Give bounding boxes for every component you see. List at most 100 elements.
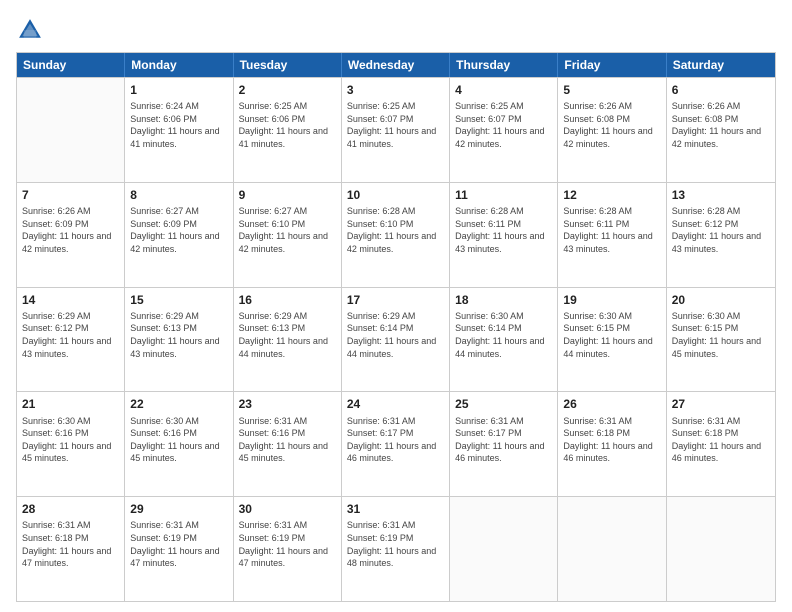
calendar-row: 7 Sunrise: 6:26 AMSunset: 6:09 PMDaylight… [17,182,775,287]
calendar-cell: 13Sunrise: 6:28 AMSunset: 6:12 PMDayligh… [667,183,775,287]
calendar-cell: 25 Sunrise: 6:31 AMSunset: 6:17 PMDayligh… [450,392,558,496]
calendar-cell: 28 Sunrise: 6:31 AMSunset: 6:18 PMDayligh… [17,497,125,601]
calendar-cell: 24 Sunrise: 6:31 AMSunset: 6:17 PMDayligh… [342,392,450,496]
cell-info: Sunrise: 6:31 AMSunset: 6:17 PMDaylight:… [347,415,444,465]
calendar-cell: 26Sunrise: 6:31 AMSunset: 6:18 PMDayligh… [558,392,666,496]
cell-info: Sunrise: 6:29 AMSunset: 6:13 PMDaylight:… [130,310,227,360]
calendar-cell: 7 Sunrise: 6:26 AMSunset: 6:09 PMDaylight… [17,183,125,287]
calendar-cell: 11 Sunrise: 6:28 AMSunset: 6:11 PMDayligh… [450,183,558,287]
day-number: 11 [455,187,552,203]
day-number: 22 [130,396,227,412]
day-number: 19 [563,292,660,308]
cell-info: Sunrise: 6:31 AMSunset: 6:19 PMDaylight:… [347,519,444,569]
day-number: 23 [239,396,336,412]
calendar-cell: 17 Sunrise: 6:29 AMSunset: 6:14 PMDayligh… [342,288,450,392]
cell-info: Sunrise: 6:29 AMSunset: 6:13 PMDaylight:… [239,310,336,360]
calendar-cell: 20Sunrise: 6:30 AMSunset: 6:15 PMDayligh… [667,288,775,392]
calendar-cell: 3Sunrise: 6:25 AMSunset: 6:07 PMDaylight… [342,78,450,182]
calendar-cell: 2 Sunrise: 6:25 AMSunset: 6:06 PMDaylight… [234,78,342,182]
calendar-cell: 8 Sunrise: 6:27 AMSunset: 6:09 PMDaylight… [125,183,233,287]
day-number: 8 [130,187,227,203]
calendar-cell [667,497,775,601]
calendar-header-cell: Sunday [17,53,125,77]
calendar-header-cell: Monday [125,53,233,77]
calendar-cell: 30 Sunrise: 6:31 AMSunset: 6:19 PMDayligh… [234,497,342,601]
calendar-cell [558,497,666,601]
cell-info: Sunrise: 6:28 AMSunset: 6:12 PMDaylight:… [672,205,770,255]
day-number: 27 [672,396,770,412]
day-number: 30 [239,501,336,517]
calendar-header-cell: Friday [558,53,666,77]
calendar-header-cell: Saturday [667,53,775,77]
day-number: 2 [239,82,336,98]
calendar-row: 1 Sunrise: 6:24 AMSunset: 6:06 PMDaylight… [17,77,775,182]
cell-info: Sunrise: 6:24 AMSunset: 6:06 PMDaylight:… [130,100,227,150]
day-number: 7 [22,187,119,203]
day-number: 18 [455,292,552,308]
cell-info: Sunrise: 6:31 AMSunset: 6:18 PMDaylight:… [563,415,660,465]
calendar-cell [17,78,125,182]
day-number: 28 [22,501,119,517]
cell-info: Sunrise: 6:27 AMSunset: 6:10 PMDaylight:… [239,205,336,255]
cell-info: Sunrise: 6:25 AMSunset: 6:06 PMDaylight:… [239,100,336,150]
calendar-cell: 14 Sunrise: 6:29 AMSunset: 6:12 PMDayligh… [17,288,125,392]
cell-info: Sunrise: 6:27 AMSunset: 6:09 PMDaylight:… [130,205,227,255]
cell-info: Sunrise: 6:26 AMSunset: 6:08 PMDaylight:… [563,100,660,150]
day-number: 29 [130,501,227,517]
day-number: 3 [347,82,444,98]
page: SundayMondayTuesdayWednesdayThursdayFrid… [0,0,792,612]
cell-info: Sunrise: 6:26 AMSunset: 6:09 PMDaylight:… [22,205,119,255]
cell-info: Sunrise: 6:29 AMSunset: 6:14 PMDaylight:… [347,310,444,360]
calendar-cell: 9Sunrise: 6:27 AMSunset: 6:10 PMDaylight… [234,183,342,287]
day-number: 1 [130,82,227,98]
cell-info: Sunrise: 6:30 AMSunset: 6:16 PMDaylight:… [22,415,119,465]
day-number: 20 [672,292,770,308]
day-number: 14 [22,292,119,308]
cell-info: Sunrise: 6:31 AMSunset: 6:18 PMDaylight:… [672,415,770,465]
calendar-cell: 5 Sunrise: 6:26 AMSunset: 6:08 PMDaylight… [558,78,666,182]
calendar-cell: 21Sunrise: 6:30 AMSunset: 6:16 PMDayligh… [17,392,125,496]
day-number: 6 [672,82,770,98]
day-number: 15 [130,292,227,308]
day-number: 31 [347,501,444,517]
calendar-header-cell: Wednesday [342,53,450,77]
day-number: 5 [563,82,660,98]
day-number: 10 [347,187,444,203]
cell-info: Sunrise: 6:31 AMSunset: 6:18 PMDaylight:… [22,519,119,569]
calendar-cell: 10Sunrise: 6:28 AMSunset: 6:10 PMDayligh… [342,183,450,287]
cell-info: Sunrise: 6:31 AMSunset: 6:17 PMDaylight:… [455,415,552,465]
day-number: 24 [347,396,444,412]
calendar-header: SundayMondayTuesdayWednesdayThursdayFrid… [17,53,775,77]
calendar-cell: 15 Sunrise: 6:29 AMSunset: 6:13 PMDayligh… [125,288,233,392]
header [16,16,776,44]
cell-info: Sunrise: 6:28 AMSunset: 6:11 PMDaylight:… [455,205,552,255]
day-number: 4 [455,82,552,98]
calendar-cell: 16 Sunrise: 6:29 AMSunset: 6:13 PMDayligh… [234,288,342,392]
calendar-row: 14 Sunrise: 6:29 AMSunset: 6:12 PMDayligh… [17,287,775,392]
calendar-header-cell: Tuesday [234,53,342,77]
day-number: 16 [239,292,336,308]
calendar-row: 28 Sunrise: 6:31 AMSunset: 6:18 PMDayligh… [17,496,775,601]
calendar-cell: 23 Sunrise: 6:31 AMSunset: 6:16 PMDayligh… [234,392,342,496]
calendar-cell [450,497,558,601]
cell-info: Sunrise: 6:31 AMSunset: 6:19 PMDaylight:… [239,519,336,569]
day-number: 12 [563,187,660,203]
calendar-body: 1 Sunrise: 6:24 AMSunset: 6:06 PMDaylight… [17,77,775,601]
day-number: 17 [347,292,444,308]
logo-icon [16,16,44,44]
calendar-cell: 1 Sunrise: 6:24 AMSunset: 6:06 PMDaylight… [125,78,233,182]
calendar-cell: 22 Sunrise: 6:30 AMSunset: 6:16 PMDayligh… [125,392,233,496]
cell-info: Sunrise: 6:26 AMSunset: 6:08 PMDaylight:… [672,100,770,150]
calendar-cell: 4Sunrise: 6:25 AMSunset: 6:07 PMDaylight… [450,78,558,182]
calendar-cell: 29Sunrise: 6:31 AMSunset: 6:19 PMDayligh… [125,497,233,601]
calendar-cell: 27 Sunrise: 6:31 AMSunset: 6:18 PMDayligh… [667,392,775,496]
cell-info: Sunrise: 6:30 AMSunset: 6:14 PMDaylight:… [455,310,552,360]
cell-info: Sunrise: 6:28 AMSunset: 6:11 PMDaylight:… [563,205,660,255]
calendar-cell: 6 Sunrise: 6:26 AMSunset: 6:08 PMDaylight… [667,78,775,182]
cell-info: Sunrise: 6:30 AMSunset: 6:16 PMDaylight:… [130,415,227,465]
calendar-cell: 12 Sunrise: 6:28 AMSunset: 6:11 PMDayligh… [558,183,666,287]
cell-info: Sunrise: 6:29 AMSunset: 6:12 PMDaylight:… [22,310,119,360]
calendar-header-cell: Thursday [450,53,558,77]
day-number: 25 [455,396,552,412]
cell-info: Sunrise: 6:31 AMSunset: 6:16 PMDaylight:… [239,415,336,465]
